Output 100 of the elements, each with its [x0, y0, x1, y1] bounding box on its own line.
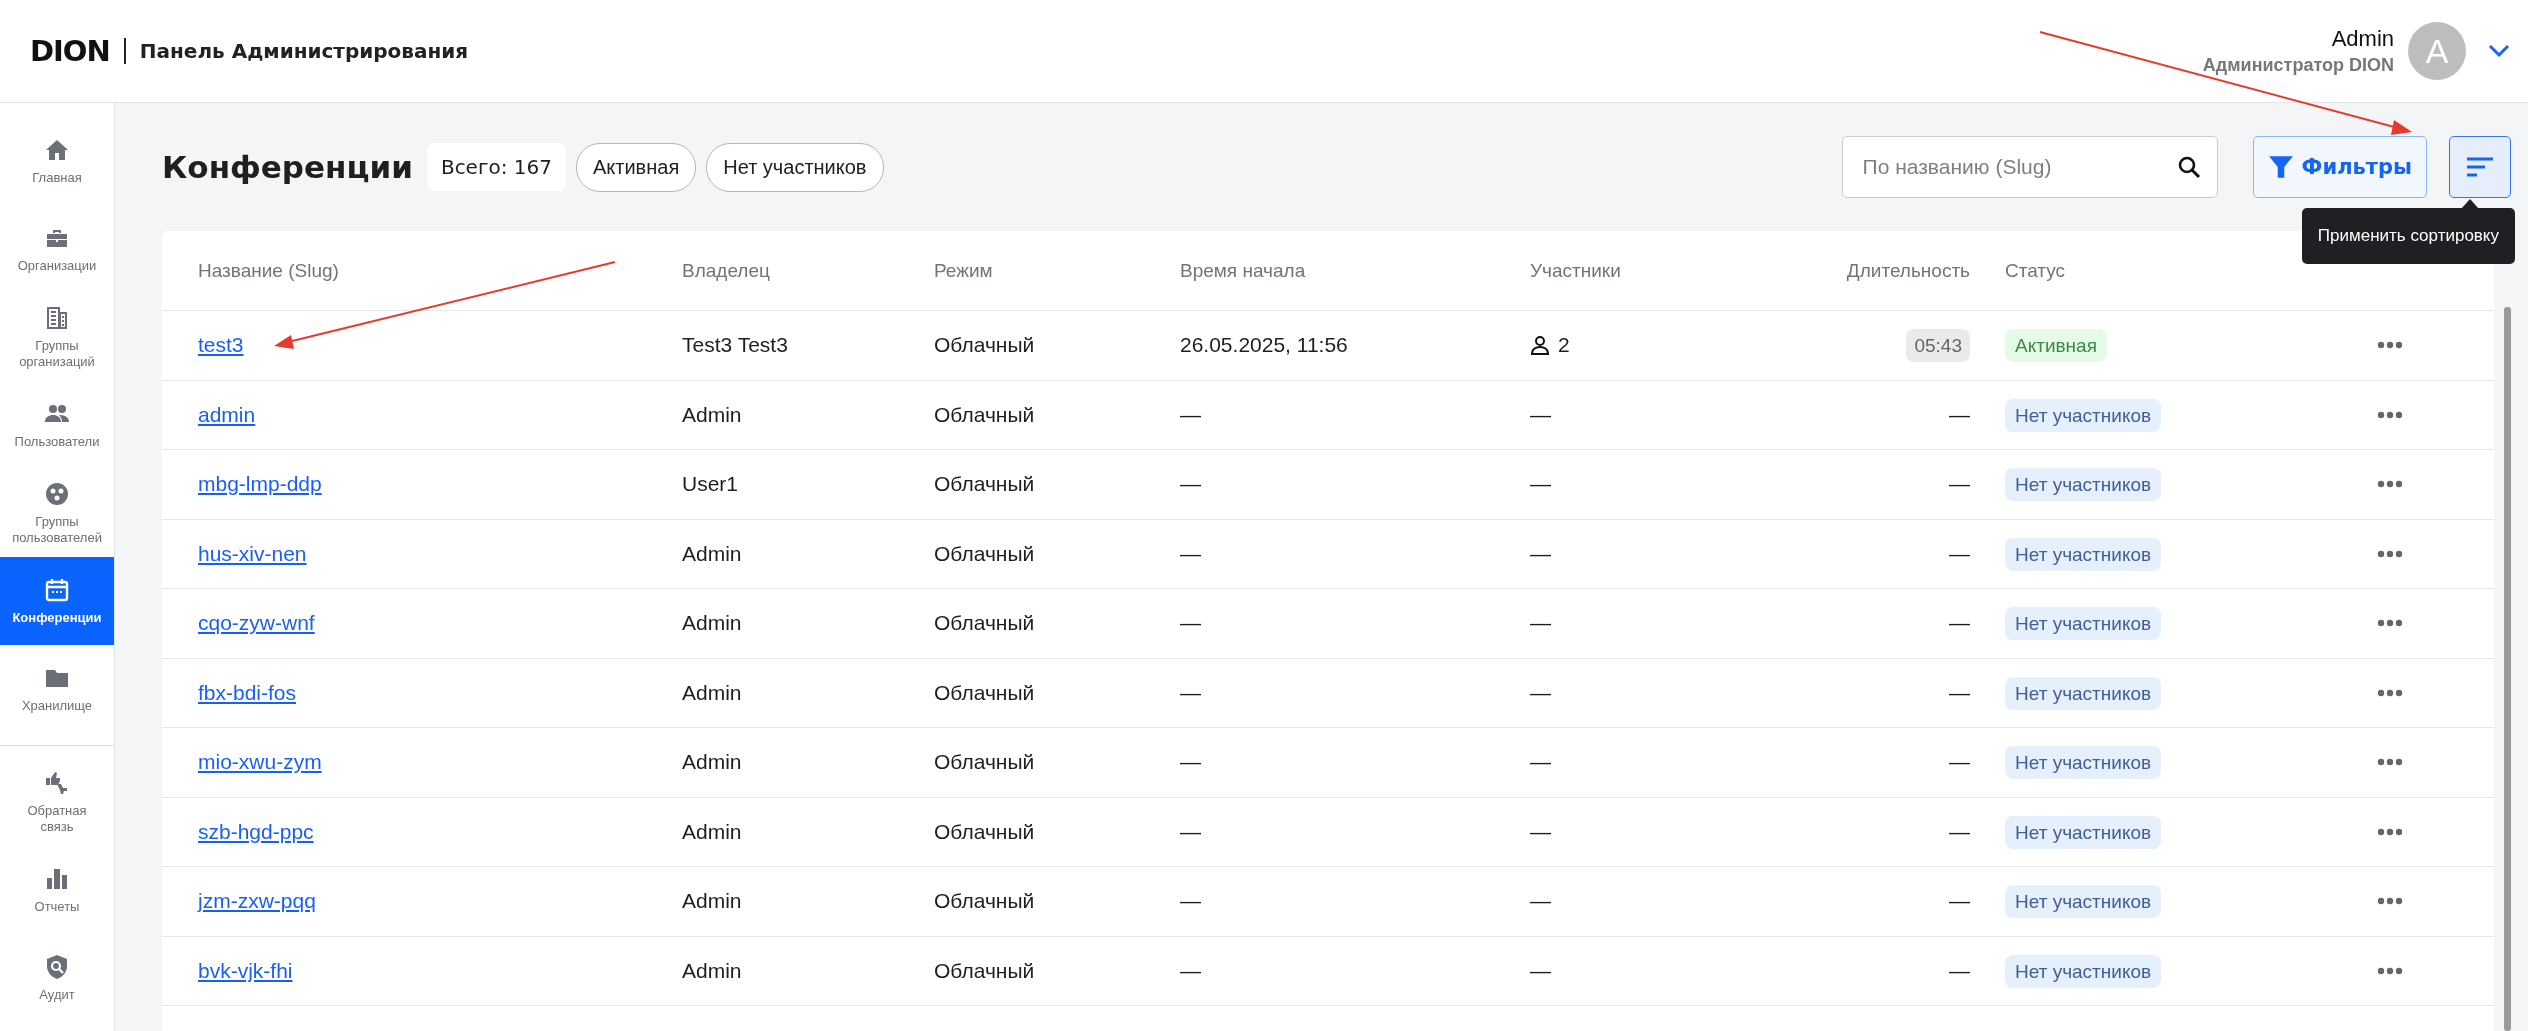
sidebar-item[interactable]: Конференции — [0, 557, 114, 645]
sidebar-item[interactable]: Отчеты — [0, 846, 114, 934]
more-icon[interactable] — [2377, 897, 2403, 906]
sidebar-item[interactable]: Группы организаций — [0, 293, 114, 381]
status-badge: Нет участников — [2005, 537, 2162, 571]
page-title: Конференции — [162, 149, 413, 185]
table-cell-text: — — [1180, 750, 1202, 775]
table-cell-text: — — [1180, 819, 1202, 844]
conference-link[interactable]: admin — [198, 402, 256, 426]
user-role: Администратор DION — [2202, 55, 2394, 76]
status-badge: Нет участников — [2005, 676, 2162, 710]
table-cell: — — [1949, 611, 1970, 635]
table-cell: — — [1949, 819, 1970, 843]
table-cell-text: Admin — [682, 819, 743, 844]
table-cell: — — [1530, 611, 1551, 636]
sidebar-item[interactable]: Обратная связь — [0, 758, 114, 846]
conference-link[interactable]: cqo-zyw-wnf — [198, 611, 315, 635]
user-name: Admin — [2331, 26, 2394, 52]
table-cell: — — [1530, 472, 1551, 497]
table-cell-text: Облачный — [934, 541, 1036, 566]
table-cell-text: Облачный — [934, 472, 1036, 497]
conference-link[interactable]: test3 — [198, 333, 244, 357]
table-cell-text: — — [1180, 889, 1202, 914]
conference-link[interactable]: fbx-bdi-fos — [198, 680, 297, 704]
funnel-icon — [2267, 154, 2294, 180]
column-header[interactable]: Название (Slug) — [198, 259, 682, 282]
table-cell: — — [1949, 958, 1970, 982]
column-header[interactable]: Время начала — [1180, 259, 1530, 282]
filter-chip[interactable]: Активная — [575, 142, 697, 192]
table-cell: — — [1530, 680, 1551, 705]
more-icon[interactable] — [2377, 549, 2403, 558]
table-cell: — — [1949, 541, 1970, 565]
table-cell-text: Admin — [682, 402, 743, 427]
search-field[interactable]: По названию (Slug) — [1841, 136, 2218, 198]
table-cell-text: Admin — [682, 889, 743, 914]
scrollbar[interactable] — [2504, 307, 2511, 1031]
column-header[interactable]: Длительность — [1846, 259, 1970, 282]
table-cell-text: Облачный — [934, 958, 1036, 983]
table-cell-text: Admin — [682, 541, 743, 566]
table-cell: — — [1949, 750, 1970, 774]
filter-chip[interactable]: Нет участников — [706, 142, 884, 192]
status-badge: Активная — [2005, 329, 2107, 363]
more-icon[interactable] — [2377, 480, 2403, 489]
conference-link[interactable]: szb-hgd-ppc — [198, 819, 314, 843]
conference-link[interactable]: hus-xiv-nen — [198, 541, 307, 565]
filter-button[interactable]: Фильтры — [2252, 136, 2427, 198]
column-header[interactable]: Участники — [1530, 259, 1740, 282]
more-icon[interactable] — [2377, 410, 2403, 419]
sidebar-item[interactable]: Группы пользователей — [0, 469, 114, 557]
more-icon[interactable] — [2377, 688, 2403, 697]
table-cell: — — [1530, 750, 1551, 775]
table-cell: — — [1530, 541, 1551, 566]
app-title: Панель Администрирования — [139, 39, 469, 63]
status-badge: Нет участников — [2005, 468, 2162, 502]
table-cell-text: — — [1180, 472, 1202, 497]
table-cell-text: Test3 Test3 — [682, 333, 789, 358]
more-icon[interactable] — [2377, 966, 2403, 975]
sidebar-item[interactable]: Аудит — [0, 934, 114, 1022]
status-badge: Нет участников — [2005, 815, 2162, 849]
more-icon[interactable] — [2377, 619, 2403, 628]
conference-link[interactable]: mio-xwu-zym — [198, 750, 322, 774]
table-cell-text: Облачный — [934, 680, 1036, 705]
status-badge: Нет участников — [2005, 398, 2162, 432]
status-badge: Нет участников — [2005, 746, 2162, 780]
table-cell-text: — — [1180, 402, 1202, 427]
chevron-down-icon[interactable] — [2488, 44, 2510, 58]
table-cell-text: Облачный — [934, 889, 1036, 914]
table-cell-text: Облачный — [934, 611, 1036, 636]
column-header[interactable]: Режим — [934, 259, 1180, 282]
table-cell-text: — — [1180, 958, 1202, 983]
more-icon[interactable] — [2377, 341, 2403, 350]
table-cell: — — [1949, 472, 1970, 496]
conference-link[interactable]: jzm-zxw-pqq — [198, 889, 316, 913]
status-badge: Нет участников — [2005, 954, 2162, 988]
table-cell-text: Admin — [682, 750, 743, 775]
sidebar-item[interactable]: Главная — [0, 117, 114, 205]
logo: DION — [30, 34, 110, 68]
sidebar-item[interactable]: Организации — [0, 205, 114, 293]
conference-link[interactable]: bvk-vjk-fhi — [198, 958, 293, 982]
table-cell-text: Admin — [682, 611, 743, 636]
sort-button[interactable] — [2449, 136, 2511, 198]
conference-link[interactable]: mbg-lmp-ddp — [198, 472, 322, 496]
sidebar-item[interactable]: Пользователи — [0, 381, 114, 469]
sidebar-item[interactable]: Хранилище — [0, 645, 114, 733]
table-cell: 2 — [1558, 333, 1570, 358]
table-cell: — — [1949, 680, 1970, 704]
table-cell-text: — — [1180, 611, 1202, 636]
tooltip-pointer — [2461, 199, 2479, 209]
table-cell-text: Облачный — [934, 402, 1036, 427]
status-badge: Нет участников — [2005, 607, 2162, 641]
status-badge: Нет участников — [2005, 885, 2162, 919]
table-cell: — — [1949, 402, 1970, 426]
column-header[interactable]: Владелец — [682, 259, 934, 282]
table-cell-text: Облачный — [934, 750, 1036, 775]
table-cell: — — [1530, 402, 1551, 427]
more-icon[interactable] — [2377, 758, 2403, 767]
table-cell-text: 26.05.2025, 11:56 — [1180, 333, 1349, 358]
table-cell: — — [1530, 819, 1551, 844]
person-icon — [1530, 335, 1550, 356]
more-icon[interactable] — [2377, 827, 2403, 836]
